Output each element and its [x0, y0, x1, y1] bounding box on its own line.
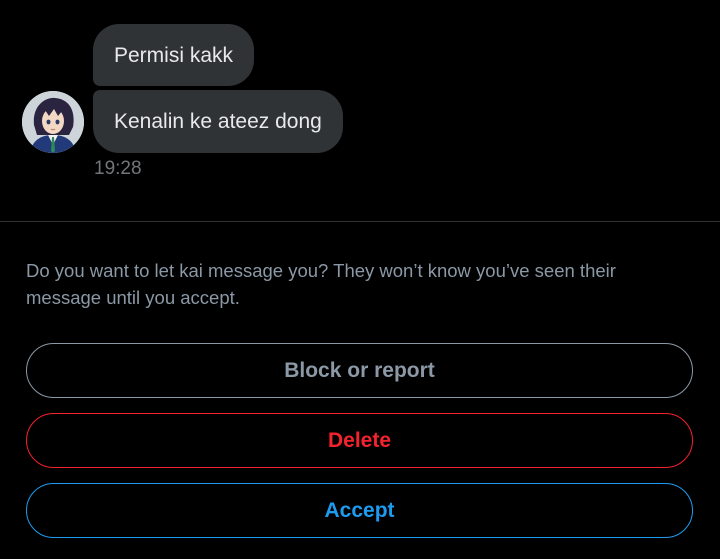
accept-button[interactable]: Accept — [26, 483, 693, 538]
avatar[interactable] — [22, 91, 84, 153]
message-timestamp: 19:28 — [94, 158, 142, 179]
delete-label: Delete — [327, 428, 392, 452]
accept-label: Accept — [324, 498, 395, 522]
message-text: Kenalin ke ateez dong — [114, 110, 322, 133]
anime-character-avatar-icon — [22, 91, 84, 153]
divider — [0, 221, 720, 222]
delete-button[interactable]: Delete — [26, 413, 693, 468]
message-bubble[interactable]: Kenalin ke ateez dong — [93, 90, 343, 153]
block-or-report-label: Block or report — [284, 358, 435, 382]
message-bubble[interactable]: Permisi kakk — [93, 24, 255, 86]
message-text: Permisi kakk — [114, 43, 234, 67]
message-request-prompt: Do you want to let kai message you? They… — [26, 260, 616, 308]
block-or-report-button[interactable]: Block or report — [26, 343, 693, 398]
